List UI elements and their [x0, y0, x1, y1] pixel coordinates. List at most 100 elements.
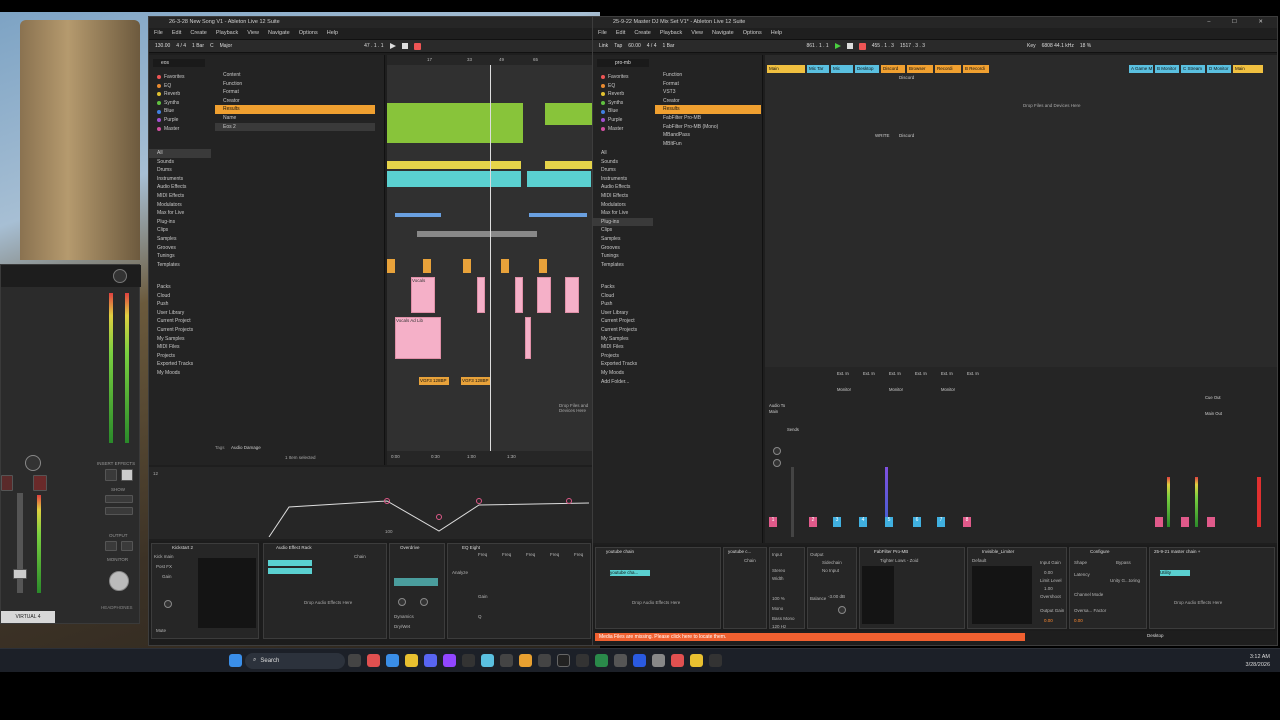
right-position[interactable]: 861 . 1 . 1: [806, 43, 828, 49]
right-collection-synths[interactable]: Synths: [593, 99, 653, 108]
left-library-tunings[interactable]: Tunings: [149, 252, 211, 261]
uad-insert-button-2[interactable]: [121, 469, 133, 481]
ableton-icon[interactable]: [557, 654, 570, 667]
right-fabfilter-preset[interactable]: Tighter Lows - Zoid: [880, 558, 918, 563]
right-io-1[interactable]: Ext. In: [837, 371, 849, 376]
left-place-cloud[interactable]: Cloud: [149, 292, 211, 301]
right-gain-knob[interactable]: [838, 606, 846, 614]
left-tempo[interactable]: 130.00: [155, 43, 170, 49]
left-filter-function[interactable]: Function: [215, 80, 375, 89]
left-place-projects[interactable]: Projects: [149, 352, 211, 361]
right-audio-to-main[interactable]: Main: [769, 409, 778, 414]
left-menu-options[interactable]: Options: [299, 28, 318, 39]
uad-show-button-2[interactable]: [105, 507, 133, 515]
right-io-4[interactable]: Ext. In: [915, 371, 927, 376]
right-menu-edit[interactable]: Edit: [616, 28, 625, 39]
right-tempo[interactable]: 60.00: [628, 43, 641, 49]
right-track-number-7[interactable]: 7: [937, 517, 945, 527]
right-search-input[interactable]: pro-mb: [597, 59, 649, 67]
right-limiter-gain-val-2[interactable]: 1.00: [1044, 586, 1053, 591]
right-place-projects[interactable]: Projects: [593, 352, 653, 361]
right-track-mic-tar[interactable]: Mic Tar: [807, 65, 829, 73]
right-place-push[interactable]: Push: [593, 300, 653, 309]
right-library-templates[interactable]: Templates: [593, 261, 653, 270]
left-clip-blue-2[interactable]: [529, 213, 587, 217]
right-return-btn-b[interactable]: [1181, 517, 1189, 527]
left-collection-synths[interactable]: Synths: [149, 99, 211, 108]
left-collection-reverb[interactable]: Reverb: [149, 90, 211, 99]
left-library-clips[interactable]: Clips: [149, 226, 211, 235]
taskbar-search-box[interactable]: ⌕ Search: [245, 652, 345, 669]
right-warning-bar[interactable]: Media Files are missing. Please click he…: [595, 633, 1025, 641]
right-return-d[interactable]: D Monitor: [1207, 65, 1231, 73]
right-return-b[interactable]: B Monitor: [1155, 65, 1179, 73]
right-menu-help[interactable]: Help: [771, 28, 782, 39]
right-desktop-output[interactable]: Desktop: [1147, 633, 1164, 638]
uad-button-a[interactable]: [1, 475, 13, 491]
left-clip-pink-3[interactable]: [515, 277, 523, 313]
right-monitor-2[interactable]: Monitor: [889, 387, 903, 392]
left-clip-orange-4[interactable]: [501, 259, 509, 273]
left-library-grooves[interactable]: Grooves: [149, 244, 211, 253]
right-filter-creator[interactable]: Creator: [655, 97, 761, 106]
left-clip-vocals[interactable]: Vocals: [411, 277, 435, 313]
right-place-my-moods[interactable]: My Moods: [593, 369, 653, 378]
right-collection-reverb[interactable]: Reverb: [593, 90, 653, 99]
uad-fader-cap[interactable]: [13, 569, 27, 579]
right-result-mbltfun[interactable]: MBltFun: [655, 140, 761, 149]
right-library-samples[interactable]: Samples: [593, 235, 653, 244]
right-result-mbandpass[interactable]: MBandPass: [655, 131, 761, 140]
left-place-current-projects[interactable]: Current Projects: [149, 326, 211, 335]
right-library-max-for-live[interactable]: Max for Live: [593, 209, 653, 218]
discord-icon[interactable]: [424, 654, 437, 667]
left-time-ruler[interactable]: 0:00 0:30 1:00 1:30: [387, 451, 593, 465]
right-library-clips[interactable]: Clips: [593, 226, 653, 235]
app-icon-3[interactable]: [481, 654, 494, 667]
uad-monitor-knob[interactable]: [109, 571, 129, 591]
right-no-input-label[interactable]: No Input: [822, 568, 839, 573]
right-library-tunings[interactable]: Tunings: [593, 252, 653, 261]
uad-insert-button-1[interactable]: [105, 469, 117, 481]
right-track-number-3[interactable]: 3: [833, 517, 841, 527]
right-place-midi-files[interactable]: MIDI Files: [593, 343, 653, 352]
right-track-number-2[interactable]: 2: [809, 517, 817, 527]
left-stop-icon[interactable]: [401, 43, 408, 49]
uad-show-button[interactable]: [105, 495, 133, 503]
left-clip-orange-2[interactable]: [423, 259, 431, 273]
left-clip-vocals-adlib[interactable]: Vocals Ad Lib: [395, 317, 441, 359]
left-library-drums[interactable]: Drums: [149, 166, 211, 175]
right-track-desktop[interactable]: Desktop: [855, 65, 879, 73]
left-place-user-library[interactable]: User Library: [149, 309, 211, 318]
left-clip-cyan-row[interactable]: [387, 171, 521, 187]
right-io-3[interactable]: Ext. In: [889, 371, 901, 376]
right-menu-options[interactable]: Options: [743, 28, 762, 39]
app-icon-4[interactable]: [500, 654, 513, 667]
left-rack-chain-2[interactable]: [268, 568, 312, 574]
left-menu-create[interactable]: Create: [190, 28, 207, 39]
uad-output-btn-2[interactable]: [121, 541, 133, 551]
right-track-discord[interactable]: Discord: [881, 65, 905, 73]
left-clip-blue-1[interactable]: [395, 213, 441, 217]
left-menu-playback[interactable]: Playback: [216, 28, 238, 39]
chrome-icon[interactable]: [405, 654, 418, 667]
left-collection-blue[interactable]: Blue: [149, 107, 211, 116]
left-place-packs[interactable]: Packs: [149, 283, 211, 292]
left-filter-content[interactable]: Content: [215, 71, 375, 80]
left-clip-vgf3-1[interactable]: VGF3 128BP: [419, 377, 449, 385]
right-place-current-project[interactable]: Current Project: [593, 317, 653, 326]
right-balance-value[interactable]: -3.00 dB: [828, 594, 845, 599]
left-clip-orange-1[interactable]: [387, 259, 395, 273]
right-tap-button[interactable]: Tap: [614, 43, 622, 49]
left-menu-file[interactable]: File: [154, 28, 163, 39]
windows-start-icon[interactable]: [229, 654, 242, 667]
left-library-sounds[interactable]: Sounds: [149, 158, 211, 167]
left-filter-creator[interactable]: Creator: [215, 97, 375, 106]
right-track-number-8[interactable]: 8: [963, 517, 971, 527]
task-view-icon[interactable]: [348, 654, 361, 667]
right-io-5[interactable]: Ext. In: [941, 371, 953, 376]
left-clip-orange-5[interactable]: [539, 259, 547, 273]
left-scale[interactable]: Major: [220, 43, 233, 49]
right-filter-function[interactable]: Function: [655, 71, 761, 80]
left-library-modulators[interactable]: Modulators: [149, 201, 211, 210]
left-clip-yellow-row-2[interactable]: [545, 161, 593, 169]
